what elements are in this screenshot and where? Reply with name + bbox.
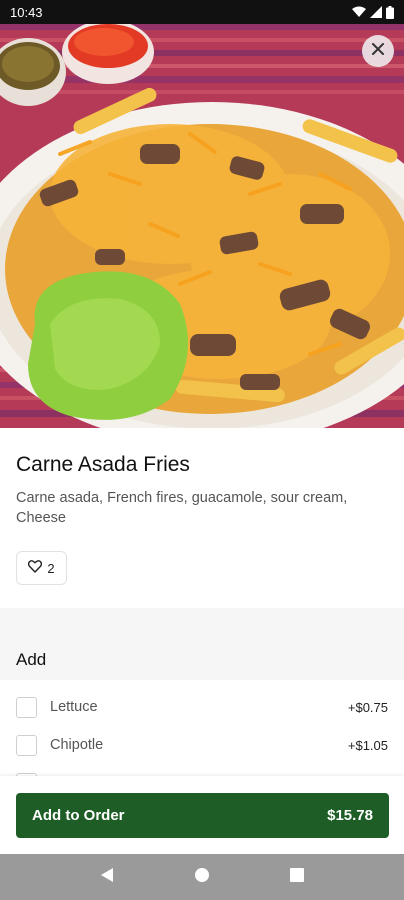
status-icons [352,5,394,19]
like-button[interactable]: 2 [16,551,67,585]
close-button[interactable] [362,35,394,67]
option-label: Lettuce [50,699,98,715]
option-price: +$0.75 [347,699,388,715]
option-row[interactable]: Chipotle +$1.05 [0,726,404,764]
home-icon [194,867,210,888]
option-price: +$1.05 [347,737,388,753]
add-to-order-label: Add to Order [32,807,125,824]
battery-icon [386,5,394,19]
add-to-order-button[interactable]: Add to Order $15.78 [16,793,389,838]
item-description: Carne asada, French fires, guacamole, so… [16,490,348,526]
order-footer: Add to Order $15.78 [0,776,404,854]
order-total: $15.78 [327,807,373,824]
signal-icon [370,6,382,18]
food-photo [0,24,404,428]
system-nav-bar [0,854,404,900]
section-divider [0,608,404,680]
wifi-icon [352,6,366,18]
like-count: 2 [47,560,55,576]
option-row[interactable] [0,764,404,776]
option-checkbox[interactable] [16,734,37,756]
heart-icon [28,560,43,576]
home-button[interactable] [187,862,217,892]
back-icon [100,867,114,888]
option-label: Chipotle [50,737,104,753]
option-checkbox[interactable] [16,696,37,718]
item-title: Carne Asada Fries [16,453,190,476]
section-title: Add [16,650,47,669]
recents-button[interactable] [282,862,312,892]
close-icon [371,42,385,61]
recents-icon [289,867,304,887]
status-time: 10:43 [10,4,43,20]
options-list: Lettuce +$0.75 Chipotle +$1.05 [0,688,404,776]
status-bar: 10:43 [0,0,404,24]
option-row[interactable]: Lettuce +$0.75 [0,688,404,726]
back-button[interactable] [92,862,122,892]
